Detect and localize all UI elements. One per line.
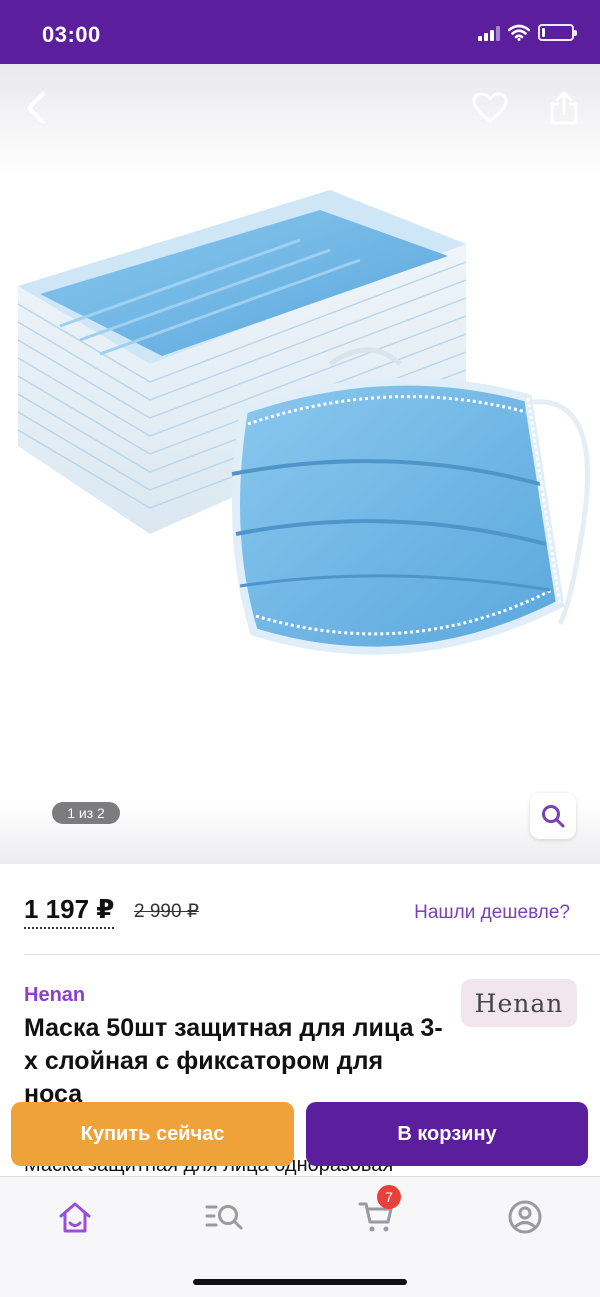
home-indicator <box>193 1279 407 1285</box>
bottom-tab-bar: 7 <box>0 1176 600 1297</box>
tab-cart[interactable]: 7 <box>351 1185 401 1239</box>
divider <box>24 954 600 955</box>
cellular-signal-icon <box>478 25 500 41</box>
search-icon <box>542 805 565 828</box>
buy-now-button[interactable]: Купить сейчас <box>11 1102 294 1166</box>
home-icon <box>59 1202 91 1233</box>
status-time: 03:00 <box>42 22 101 47</box>
favorite-button[interactable] <box>468 86 512 130</box>
single-mask <box>231 347 590 655</box>
wifi-icon <box>508 24 530 41</box>
product-image-gallery[interactable]: 1 из 2 <box>0 64 600 864</box>
found-cheaper-link[interactable]: Нашли дешевле? <box>414 902 570 924</box>
old-price: 2 990 ₽ <box>134 901 199 922</box>
tab-catalog[interactable] <box>200 1195 250 1239</box>
add-to-cart-button[interactable]: В корзину <box>306 1102 588 1166</box>
battery-icon <box>538 24 577 41</box>
current-price: 1 197 ₽ <box>24 894 115 929</box>
tab-home[interactable] <box>50 1195 100 1239</box>
brand-logo[interactable]: Henan <box>461 979 577 1027</box>
share-icon <box>550 91 578 125</box>
share-button[interactable] <box>542 86 586 130</box>
catalog-search-icon <box>205 1205 243 1230</box>
status-icons <box>478 24 577 41</box>
product-image <box>17 190 590 655</box>
heart-icon <box>472 92 508 123</box>
image-counter: 1 из 2 <box>52 802 120 824</box>
profile-icon <box>508 1200 542 1234</box>
status-bar: 03:00 <box>0 0 600 64</box>
back-button[interactable] <box>14 86 58 130</box>
battery-level <box>542 28 545 37</box>
cart-count-badge: 7 <box>377 1185 401 1209</box>
price-row: 1 197 ₽ 2 990 ₽ Нашли дешевле? <box>0 864 600 954</box>
chevron-left-icon <box>27 92 45 124</box>
tab-profile[interactable] <box>500 1195 550 1239</box>
brand-link[interactable]: Henan <box>24 984 85 1007</box>
zoom-button[interactable] <box>530 793 576 839</box>
product-title: Маска 50шт защитная для лица 3-х слойная… <box>24 1014 443 1108</box>
